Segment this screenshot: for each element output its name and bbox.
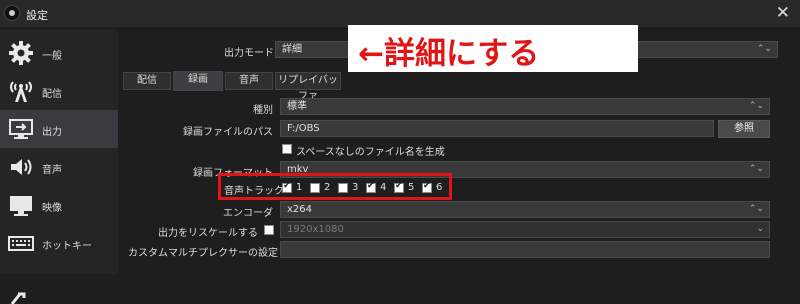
- sidebar-item-label: 一般: [42, 51, 62, 62]
- output-mode-label: 出力モード: [224, 48, 274, 59]
- type-select[interactable]: 標準 ⌃⌄: [280, 98, 770, 115]
- sidebar-item-video[interactable]: 映像: [0, 186, 118, 224]
- browse-button[interactable]: 参照: [718, 120, 770, 138]
- sidebar-item-label: 配信: [42, 89, 62, 100]
- recording-path-input[interactable]: F:/OBS: [280, 120, 714, 137]
- tab-recording[interactable]: 録画: [173, 71, 223, 91]
- muxer-settings-input[interactable]: [280, 241, 770, 258]
- tab-stream[interactable]: 配信: [123, 72, 171, 90]
- broadcast-antenna-icon: [10, 81, 32, 102]
- rescale-checkbox[interactable]: [264, 225, 274, 235]
- sidebar-item-general[interactable]: 一般: [0, 34, 118, 72]
- sidebar-item-label: 音声: [42, 165, 62, 176]
- annotation-text: ←詳細にする: [358, 36, 540, 72]
- display-icon: [10, 196, 32, 216]
- encoder-label: エンコーダ: [223, 208, 273, 219]
- updown-arrows-icon: ⌃⌄: [748, 101, 764, 111]
- no-space-checkbox[interactable]: [282, 144, 292, 154]
- updown-arrows-icon: ⌃⌄: [748, 204, 764, 214]
- path-label: 録画ファイルのパス: [183, 127, 273, 138]
- rescale-label: 出力をリスケールする: [158, 228, 258, 239]
- monitor-output-icon: [9, 119, 33, 139]
- annotation-callout: ←詳細にする: [348, 25, 638, 72]
- keyboard-icon: [8, 236, 34, 251]
- settings-sidebar: 一般 配信 出力 音声 映像 ホットキー: [0, 30, 118, 304]
- sidebar-item-label: 出力: [42, 127, 62, 138]
- no-space-label: スペースなしのファイル名を生成: [296, 147, 445, 158]
- rescale-value: 1920x1080: [287, 224, 344, 235]
- type-label: 種別: [253, 105, 273, 116]
- muxer-label: カスタムマルチプレクサーの設定: [128, 248, 278, 259]
- sidebar-item-stream[interactable]: 配信: [0, 72, 118, 110]
- type-value: 標準: [287, 101, 307, 112]
- obs-logo-icon: [4, 5, 20, 21]
- sidebar-item-audio[interactable]: 音声: [0, 148, 118, 186]
- tab-replay-buffer[interactable]: リプレイバッファ: [275, 72, 341, 102]
- window-title: 設定: [26, 9, 48, 22]
- speaker-icon: [11, 159, 32, 175]
- encoder-select[interactable]: x264 ⌃⌄: [280, 201, 770, 218]
- sidebar-item-label: 映像: [42, 203, 62, 214]
- gear-icon: [9, 41, 33, 65]
- tab-audio[interactable]: 音声: [225, 72, 273, 90]
- title-bar: 設定 ✕: [0, 0, 800, 27]
- rescale-resolution-select[interactable]: 1920x1080 ⌄: [280, 221, 770, 238]
- updown-arrows-icon: ⌃⌄: [748, 164, 764, 174]
- sidebar-item-label: ホットキー: [42, 241, 92, 252]
- output-mode-value: 詳細: [282, 44, 302, 55]
- wrench-icon: [10, 292, 26, 304]
- sidebar-item-output[interactable]: 出力: [0, 110, 118, 148]
- audio-track-highlight-box: [218, 173, 452, 200]
- chevron-down-icon: ⌄: [756, 224, 764, 234]
- close-icon[interactable]: ✕: [776, 3, 790, 23]
- sidebar-item-hotkeys[interactable]: ホットキー: [0, 224, 118, 262]
- updown-arrows-icon: ⌃⌄: [756, 44, 772, 54]
- encoder-value: x264: [287, 204, 313, 215]
